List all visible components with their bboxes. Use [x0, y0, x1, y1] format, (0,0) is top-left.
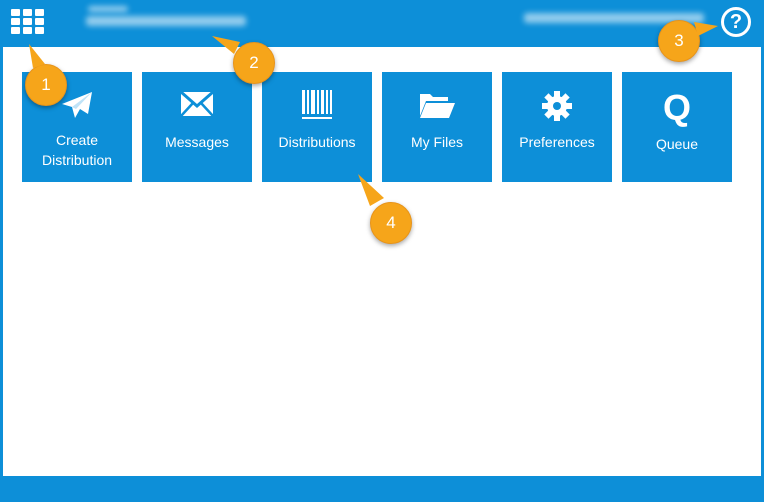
callout-pointer-1 [29, 44, 45, 68]
main-content: Create Distribution Messages Distributio… [3, 47, 761, 476]
tile-label: Preferences [519, 134, 595, 150]
q-icon: Q [622, 90, 732, 126]
blurred-account-name [86, 16, 246, 26]
tile-distributions[interactable]: Distributions [262, 72, 372, 182]
blurred-app-name [88, 6, 128, 12]
gear-icon [502, 90, 612, 124]
tile-label: Messages [165, 134, 229, 150]
tile-label: Create Distribution [41, 132, 113, 168]
help-icon[interactable]: ? [721, 7, 751, 37]
app-grid-icon[interactable] [11, 9, 45, 35]
callout-pointer-3 [694, 22, 718, 36]
tile-label: Distributions [278, 134, 356, 150]
footer-bar [0, 476, 764, 502]
callout-badge-1: 1 [25, 64, 67, 106]
callout-pointer-2 [212, 36, 240, 54]
envelope-icon [142, 90, 252, 124]
tile-preferences[interactable]: Preferences [502, 72, 612, 182]
barcode-icon [262, 90, 372, 124]
top-bar: ? [0, 0, 764, 47]
tile-messages[interactable]: Messages [142, 72, 252, 182]
callout-badge-4: 4 [370, 202, 412, 244]
tile-my-files[interactable]: My Files [382, 72, 492, 182]
tile-queue[interactable]: Q Queue [622, 72, 732, 182]
folder-open-icon [382, 90, 492, 124]
q-letter: Q [662, 87, 691, 128]
tile-label: Queue [655, 136, 699, 152]
callout-pointer-4 [358, 174, 384, 206]
tile-label: My Files [410, 134, 464, 150]
